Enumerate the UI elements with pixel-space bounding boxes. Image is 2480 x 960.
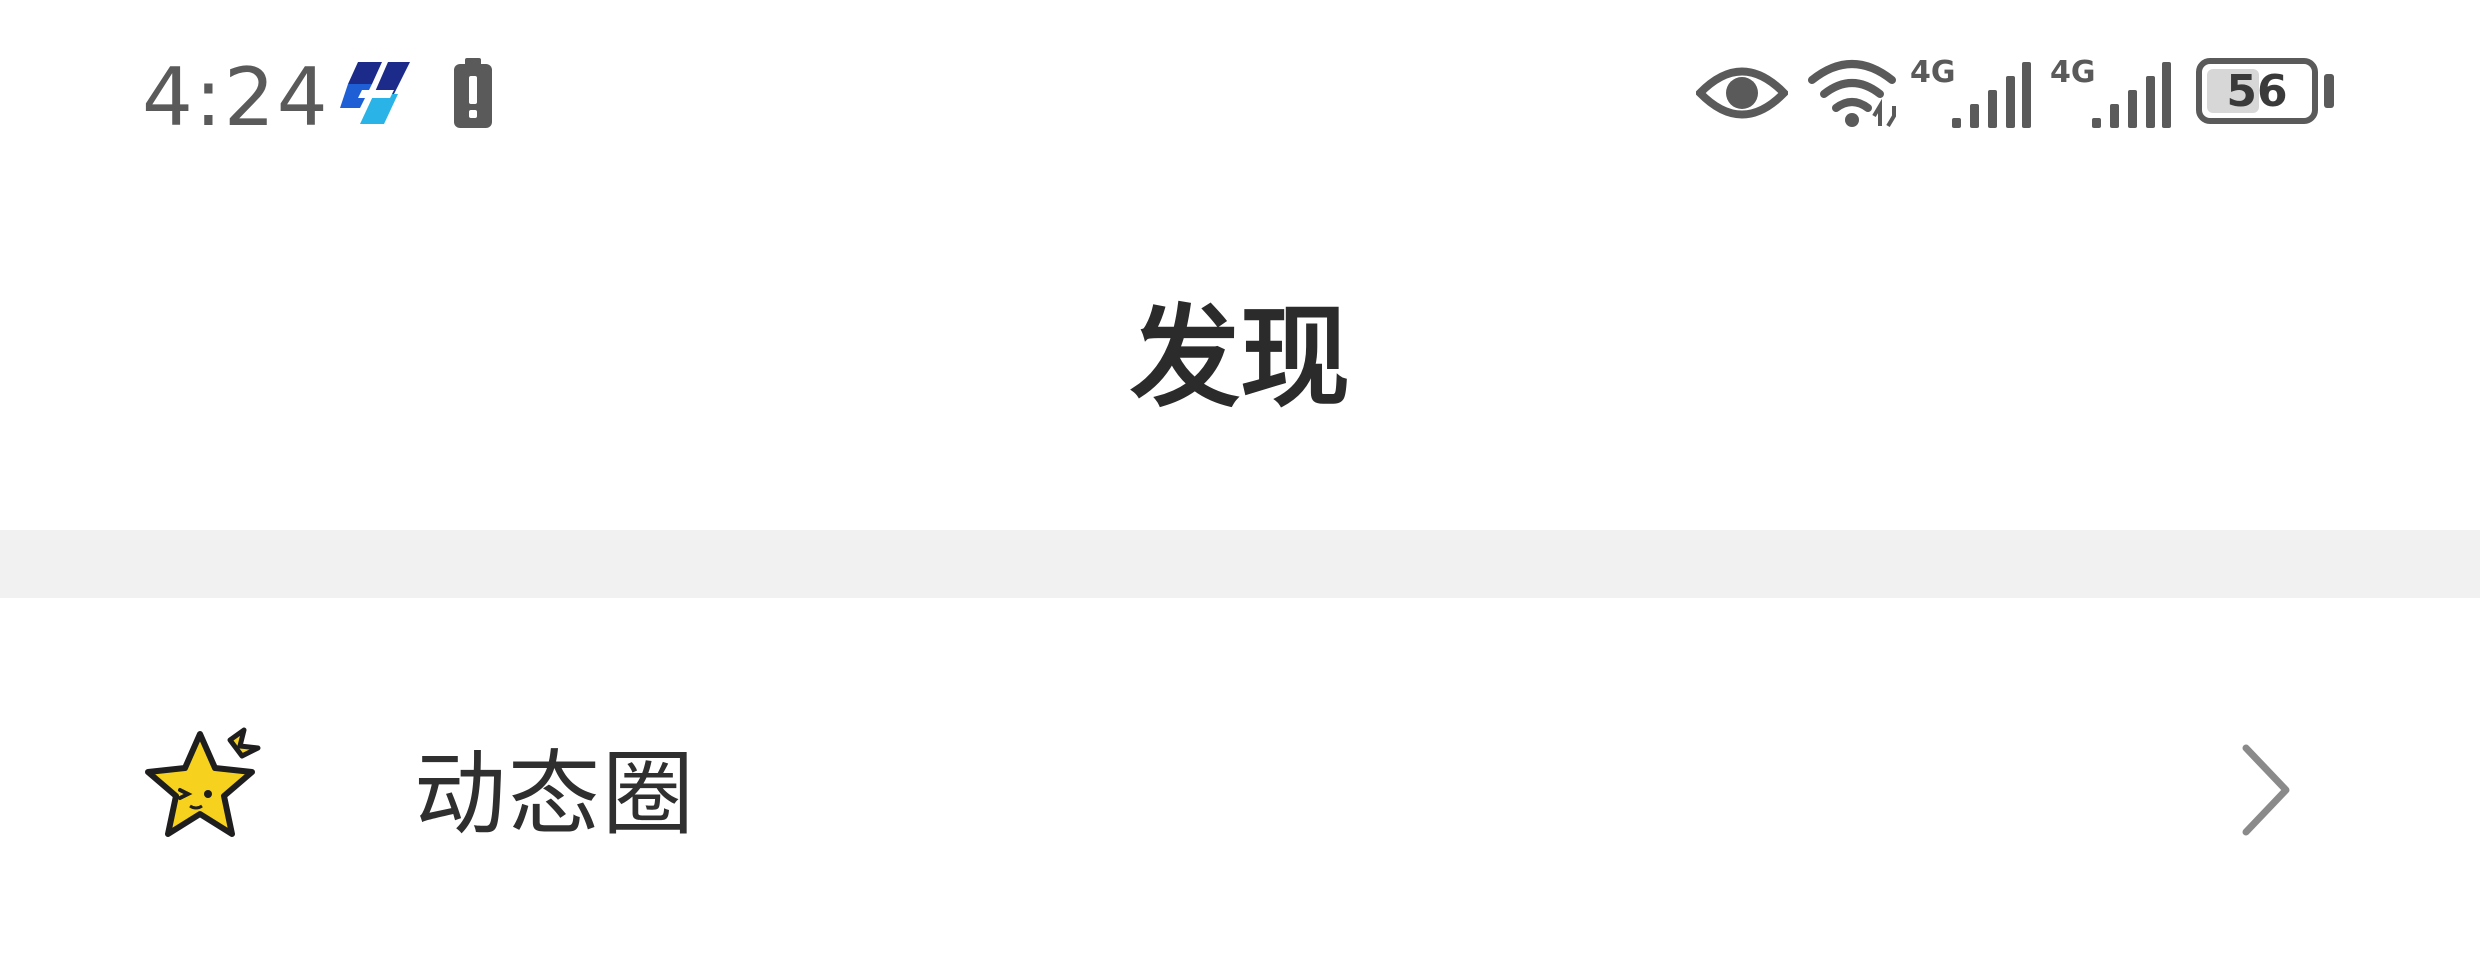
network-type-label: 4G [1910, 55, 1956, 90]
battery-level-text: 56 [2226, 66, 2288, 117]
battery-body: 56 [2196, 58, 2318, 124]
section-divider [0, 530, 2480, 598]
signal-icon: 4G [2050, 56, 2174, 130]
chevron-right-icon [2242, 744, 2290, 836]
status-time: 4:24 [142, 51, 330, 144]
eye-icon [1696, 67, 1788, 119]
wifi-icon [1808, 60, 1896, 128]
list-item-moments[interactable]: 动态圈 [0, 598, 2480, 960]
signal-bars-icon [2092, 62, 2171, 128]
status-bar: 4:24 4G 4G 56 [0, 0, 2480, 190]
discover-screen: 4:24 4G 4G 56 发现 动态圈 [0, 0, 2480, 960]
app-logo-icon [340, 62, 410, 124]
page-header: 发现 [0, 190, 2480, 530]
star-icon [145, 727, 261, 837]
page-title: 发现 [1130, 294, 1350, 422]
battery-icon: 56 [2196, 58, 2336, 128]
list-item-label: 动态圈 [414, 741, 697, 848]
signal-icon: 4G [1910, 56, 2034, 130]
battery-alert-icon [454, 58, 492, 128]
network-type-label: 4G [2050, 55, 2096, 90]
battery-tip [2324, 74, 2334, 108]
signal-bars-icon [1952, 62, 2031, 128]
